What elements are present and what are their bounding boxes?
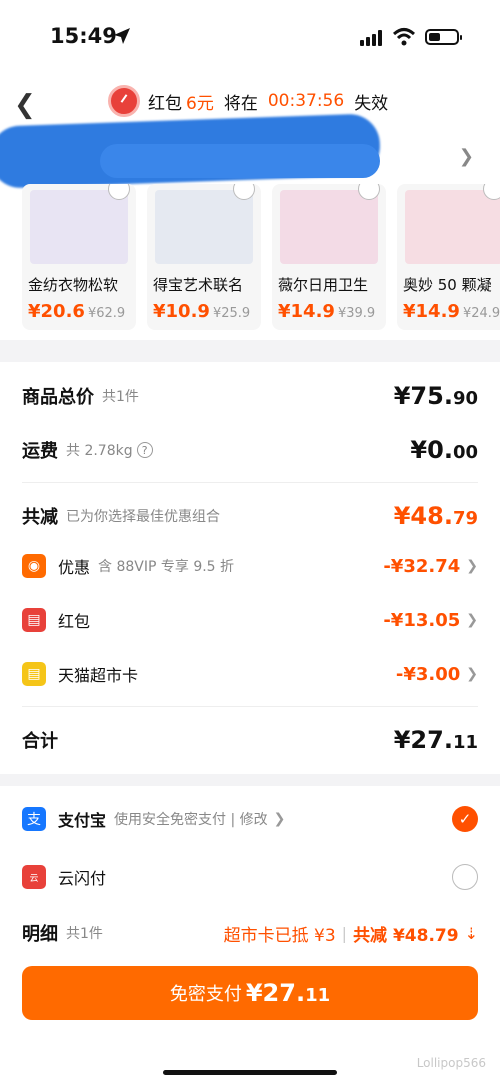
product-original-price: ¥62.9	[87, 306, 126, 321]
alipay-option[interactable]: 支 支付宝 使用安全免密支付 | 修改 ❯ ✓	[22, 806, 478, 832]
product-name: 薇尔日用卫生	[278, 276, 369, 294]
redpacket-value: -¥13.05	[383, 609, 461, 631]
discount-value: -¥32.74	[383, 555, 461, 577]
home-indicator	[163, 1070, 337, 1075]
recommended-products: 金纺衣物松软 ¥20.6 ¥62.9 得宝艺术联名 ¥10.9 ¥25.9 薇尔日用…	[22, 184, 500, 330]
detail-count: 共1件	[66, 926, 103, 942]
payment-section: 支 支付宝 使用安全免密支付 | 修改 ❯ ✓ 云 云闪付 明细 共1件 超市卡…	[0, 786, 500, 1084]
help-question-icon[interactable]: ?	[136, 442, 153, 458]
alipay-icon: 支	[22, 807, 46, 831]
unionpay-radio[interactable]	[452, 864, 478, 890]
total-label: 合计	[22, 731, 58, 752]
divider	[22, 706, 478, 707]
product-card[interactable]: 得宝艺术联名 ¥10.9 ¥25.9	[147, 184, 261, 330]
product-image	[155, 190, 253, 264]
total-value: ¥27.11	[393, 726, 478, 754]
product-price: ¥10.9 ¥25.9	[153, 301, 251, 322]
timer-countdown: 00:37:56	[267, 91, 345, 111]
product-image	[30, 190, 128, 264]
double-chevron-down-icon[interactable]: ⇣	[465, 924, 478, 943]
discount-label: 优惠	[58, 558, 91, 577]
product-original-price: ¥39.9	[337, 306, 376, 321]
product-name: 奥妙 50 颗凝	[403, 276, 492, 294]
redpacket-icon: ▤	[22, 608, 46, 632]
reduction-note: 已为你选择最佳优惠组合	[66, 509, 220, 525]
alipay-note[interactable]: 使用安全免密支付 | 修改	[114, 809, 268, 829]
goods-total-value: ¥75.90	[393, 382, 478, 410]
unionpay-label: 云闪付	[58, 869, 107, 888]
battery-icon	[425, 29, 462, 45]
pay-button[interactable]: 免密支付 ¥27.11	[22, 966, 478, 1020]
separator: |	[341, 923, 348, 943]
status-bar: 15:49	[0, 0, 500, 76]
timer-prefix: 红包	[148, 93, 182, 114]
timer-mid: 将在	[223, 93, 258, 114]
shipping-row: 运费 共 2.78kg ? ¥0.00	[22, 436, 478, 464]
location-arrow-icon	[114, 28, 130, 44]
shipping-weight: 共 2.78kg	[66, 443, 133, 459]
timer-amount: 6元	[186, 93, 214, 114]
detail-row[interactable]: 明细 共1件 超市卡已抵 ¥3 | 共减 ¥48.79 ⇣	[22, 920, 478, 946]
chevron-right-icon: ❯	[466, 558, 478, 574]
product-original-price: ¥24.9	[462, 306, 500, 321]
discount-note: 含 88VIP 专享 9.5 折	[98, 559, 235, 575]
pay-button-amount: ¥27.11	[245, 979, 331, 1007]
product-price: ¥14.9 ¥24.9	[403, 301, 500, 322]
chevron-right-icon: ❯	[466, 612, 478, 628]
tmall-card-row[interactable]: ▤ 天猫超市卡 -¥3.00 ❯	[22, 662, 478, 686]
product-image	[280, 190, 378, 264]
chevron-right-icon: ❯	[273, 811, 286, 827]
tmall-card-value: -¥3.00	[395, 663, 461, 685]
redpacket-label: 红包	[58, 612, 91, 631]
back-chevron-icon[interactable]: ❮	[14, 90, 36, 120]
watermark: Lollipop566	[416, 1056, 486, 1070]
discount-tag-icon: ◉	[22, 554, 46, 578]
unionpay-option[interactable]: 云 云闪付	[22, 864, 478, 890]
redacted-scribble-2	[100, 144, 380, 178]
tmall-card-label: 天猫超市卡	[58, 666, 139, 685]
product-original-price: ¥25.9	[212, 306, 251, 321]
product-name: 金纺衣物松软	[28, 276, 119, 294]
detail-card-deduction: 超市卡已抵 ¥3	[223, 925, 336, 946]
goods-total-label: 商品总价	[22, 387, 94, 408]
product-card[interactable]: 金纺衣物松软 ¥20.6 ¥62.9	[22, 184, 136, 330]
alipay-radio-checked[interactable]: ✓	[452, 806, 478, 832]
cellular-signal-icon	[360, 30, 382, 46]
shipping-label: 运费	[22, 441, 58, 462]
wifi-icon	[392, 28, 416, 46]
detail-reduction: 共减 ¥48.79	[353, 925, 459, 946]
order-header: ❮ 红包 6元 将在 00:37:56 失效 ❯ 金纺衣物松软 ¥20.6 ¥62…	[0, 76, 500, 340]
reduction-value: ¥48.79	[393, 502, 478, 530]
unionpay-icon: 云	[22, 865, 46, 889]
supermarket-card-icon: ▤	[22, 662, 46, 686]
shipping-value: ¥0.00	[410, 436, 478, 464]
alipay-label: 支付宝	[58, 811, 107, 830]
product-name: 得宝艺术联名	[153, 276, 244, 294]
discount-row[interactable]: ◉ 优惠 含 88VIP 专享 9.5 折 -¥32.74 ❯	[22, 554, 478, 578]
divider	[22, 482, 478, 483]
chevron-right-icon: ❯	[466, 666, 478, 682]
redpacket-row[interactable]: ▤ 红包 -¥13.05 ❯	[22, 608, 478, 632]
reduction-row: 共减 已为你选择最佳优惠组合 ¥48.79	[22, 502, 478, 530]
goods-count: 共1件	[102, 389, 139, 405]
pay-button-label: 免密支付	[169, 984, 242, 1005]
alarm-clock-icon	[108, 85, 140, 117]
product-price: ¥20.6 ¥62.9	[28, 301, 126, 322]
product-card[interactable]: 薇尔日用卫生 ¥14.9 ¥39.9	[272, 184, 386, 330]
status-time: 15:49	[50, 24, 117, 48]
chevron-right-icon[interactable]: ❯	[459, 146, 474, 167]
product-card[interactable]: 奥妙 50 颗凝 ¥14.9 ¥24.9	[397, 184, 500, 330]
reduction-label: 共减	[22, 507, 58, 528]
detail-label: 明细	[22, 924, 58, 945]
goods-total-row: 商品总价 共1件 ¥75.90	[22, 382, 478, 410]
timer-suffix: 失效	[354, 93, 389, 114]
total-row: 合计 ¥27.11	[22, 726, 478, 754]
product-price: ¥14.9 ¥39.9	[278, 301, 376, 322]
product-image	[405, 190, 500, 264]
price-summary: 商品总价 共1件 ¥75.90 运费 共 2.78kg ? ¥0.00 共减 已…	[0, 362, 500, 774]
